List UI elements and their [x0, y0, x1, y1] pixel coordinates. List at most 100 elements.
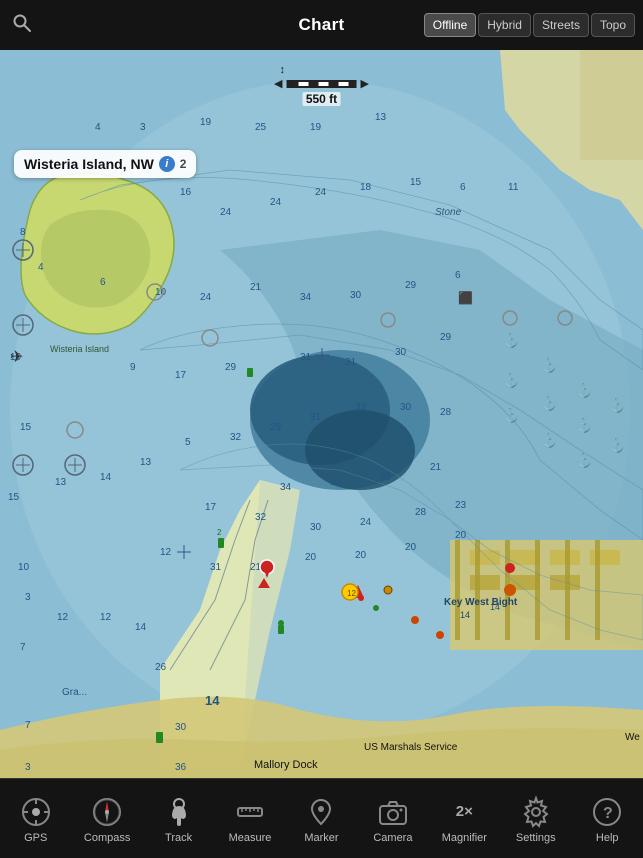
svg-text:34: 34	[280, 482, 292, 493]
svg-text:⚓: ⚓	[575, 417, 592, 434]
compass-icon	[89, 794, 125, 830]
svg-text:25: 25	[255, 122, 267, 133]
svg-text:12: 12	[347, 589, 356, 598]
svg-text:31: 31	[380, 472, 392, 483]
help-icon: ?	[589, 794, 625, 830]
svg-text:?: ?	[603, 805, 613, 822]
svg-text:15: 15	[410, 177, 422, 188]
map-type-hybrid[interactable]: Hybrid	[478, 13, 531, 37]
svg-text:9: 9	[130, 362, 136, 373]
location-label[interactable]: Wisteria Island, NW i 2	[14, 150, 196, 178]
svg-text:30: 30	[400, 402, 412, 413]
svg-text:3: 3	[25, 762, 31, 773]
svg-text:14: 14	[100, 472, 112, 483]
toolbar-marker[interactable]: Marker	[291, 794, 351, 844]
svg-text:14: 14	[460, 610, 470, 620]
map-type-buttons: Offline Hybrid Streets Topo	[424, 13, 635, 37]
map-type-offline[interactable]: Offline	[424, 13, 476, 37]
track-label: Track	[165, 832, 192, 844]
svg-text:Gra...: Gra...	[62, 687, 87, 698]
svg-text:We: We	[625, 732, 640, 743]
svg-text:15: 15	[8, 492, 20, 503]
svg-text:26: 26	[155, 662, 167, 673]
info-icon[interactable]: i	[159, 156, 175, 172]
track-icon	[161, 794, 197, 830]
svg-text:16: 16	[180, 187, 192, 198]
svg-text:28: 28	[440, 407, 452, 418]
svg-text:10: 10	[155, 287, 167, 298]
gps-label: GPS	[24, 832, 47, 844]
svg-text:3: 3	[140, 122, 146, 133]
svg-text:⚓: ⚓	[608, 437, 625, 454]
svg-text:24: 24	[200, 292, 212, 303]
svg-text:✈: ✈	[10, 349, 23, 366]
map-type-topo[interactable]: Topo	[591, 13, 635, 37]
svg-text:13: 13	[140, 457, 152, 468]
svg-text:29: 29	[440, 332, 452, 343]
svg-text:6: 6	[460, 182, 466, 193]
toolbar-camera[interactable]: Camera	[363, 794, 423, 844]
svg-text:36: 36	[175, 762, 187, 773]
toolbar-magnifier[interactable]: 2× Magnifier	[434, 794, 494, 844]
svg-text:13: 13	[375, 112, 387, 123]
svg-text:Key West Bight: Key West Bight	[444, 597, 518, 608]
settings-label: Settings	[516, 832, 556, 844]
svg-text:6: 6	[100, 277, 106, 288]
map-type-streets[interactable]: Streets	[533, 13, 589, 37]
svg-text:21: 21	[430, 462, 442, 473]
toolbar-help[interactable]: ? Help	[577, 794, 637, 844]
toolbar-compass[interactable]: Compass	[77, 794, 137, 844]
camera-icon	[375, 794, 411, 830]
svg-text:⚓: ⚓	[502, 407, 519, 424]
settings-icon	[518, 794, 554, 830]
svg-text:29: 29	[405, 280, 417, 291]
svg-text:⚓: ⚓	[575, 452, 592, 469]
svg-text:5: 5	[185, 437, 191, 448]
svg-text:30: 30	[175, 722, 187, 733]
svg-text:23: 23	[455, 500, 467, 511]
svg-text:12: 12	[100, 612, 112, 623]
svg-text:3: 3	[25, 592, 31, 603]
svg-text:14: 14	[135, 622, 147, 633]
svg-text:29: 29	[270, 422, 282, 433]
marker-label: Marker	[304, 832, 338, 844]
svg-text:⚓: ⚓	[575, 382, 592, 399]
svg-text:12: 12	[57, 612, 69, 623]
map-area[interactable]: 8 4 10 15 15 10 7 4 3 19 25 19 13 16 24 …	[0, 50, 643, 778]
svg-text:20: 20	[355, 550, 367, 561]
svg-text:14: 14	[205, 693, 220, 708]
svg-text:12: 12	[160, 547, 172, 558]
location-name: Wisteria Island, NW	[24, 156, 154, 172]
scale-bar: ↕ ◀ ▶ 550 ft	[274, 64, 369, 106]
toolbar-gps[interactable]: GPS	[6, 794, 66, 844]
svg-text:35: 35	[330, 477, 342, 488]
bottom-bar: GPS Compass Track	[0, 778, 643, 858]
svg-text:31: 31	[310, 412, 322, 423]
svg-text:30: 30	[310, 522, 322, 533]
search-icon[interactable]	[12, 13, 32, 38]
svg-text:34: 34	[300, 292, 312, 303]
toolbar-settings[interactable]: Settings	[506, 794, 566, 844]
svg-text:20: 20	[305, 552, 317, 563]
svg-text:⚓: ⚓	[540, 357, 557, 374]
scale-arrows: ↕	[280, 64, 364, 76]
svg-text:8: 8	[20, 227, 26, 238]
svg-text:19: 19	[310, 122, 322, 133]
svg-text:⚓: ⚓	[502, 372, 519, 389]
scale-value: 550 ft	[303, 92, 340, 106]
gps-icon	[18, 794, 54, 830]
chart-title: Chart	[299, 15, 345, 35]
svg-text:Mallory Dock: Mallory Dock	[254, 759, 318, 771]
toolbar-track[interactable]: Track	[149, 794, 209, 844]
svg-text:30: 30	[350, 290, 362, 301]
svg-text:24: 24	[360, 517, 372, 528]
toolbar-measure[interactable]: Measure	[220, 794, 280, 844]
svg-text:20: 20	[405, 542, 417, 553]
svg-text:32: 32	[230, 432, 242, 443]
svg-text:33: 33	[355, 402, 367, 413]
svg-text:13: 13	[55, 477, 67, 488]
svg-text:28: 28	[415, 507, 427, 518]
help-label: Help	[596, 832, 619, 844]
svg-text:18: 18	[360, 182, 372, 193]
scale-bar-line	[287, 80, 357, 88]
